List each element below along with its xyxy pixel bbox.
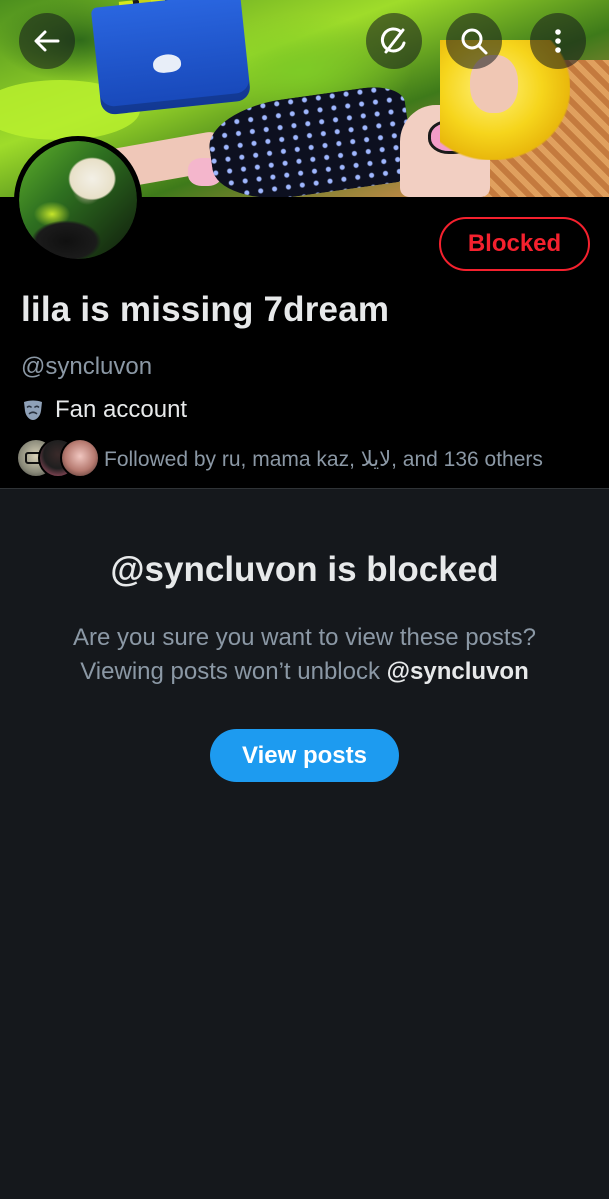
grok-button[interactable]: [366, 13, 422, 69]
avatar-image: [19, 141, 137, 259]
blocked-notice-text: Are you sure you want to view these post…: [73, 624, 536, 651]
bio-text: Fan account: [55, 396, 188, 423]
more-options-button[interactable]: [530, 13, 586, 69]
followed-by-row[interactable]: Followed by ru, mama kaz, لايلا, and 136…: [16, 438, 543, 480]
grok-icon: [380, 27, 406, 54]
theater-mask-icon: [24, 400, 42, 420]
divider: [0, 488, 609, 489]
blocked-notice-subtext-prefix: Viewing posts won’t unblock: [80, 658, 387, 685]
banner-decoration: [90, 0, 252, 116]
arrow-left-icon: [34, 30, 60, 52]
display-name: lila is missing 7dream: [21, 290, 390, 329]
follower-avatar: [60, 438, 100, 478]
follower-avatars: [16, 438, 100, 480]
bio: Fan account: [21, 396, 187, 424]
search-button[interactable]: [446, 13, 502, 69]
blocked-notice-handle: @syncluvon: [386, 658, 529, 685]
user-handle: @syncluvon: [21, 353, 153, 380]
followed-by-text: Followed by ru, mama kaz, لايلا, and 136…: [104, 447, 543, 471]
avatar[interactable]: [14, 136, 142, 264]
back-button[interactable]: [19, 13, 75, 69]
blocked-button[interactable]: Blocked: [439, 217, 590, 271]
view-posts-button[interactable]: View posts: [210, 729, 399, 782]
blocked-notice-subtext: Viewing posts won’t unblock @syncluvon: [0, 658, 609, 686]
search-icon: [461, 28, 488, 55]
more-vertical-icon: [555, 29, 561, 53]
blocked-notice-title: @syncluvon is blocked: [110, 550, 499, 589]
profile-screen: Blocked lila is missing 7dream @syncluvo…: [0, 0, 609, 1199]
